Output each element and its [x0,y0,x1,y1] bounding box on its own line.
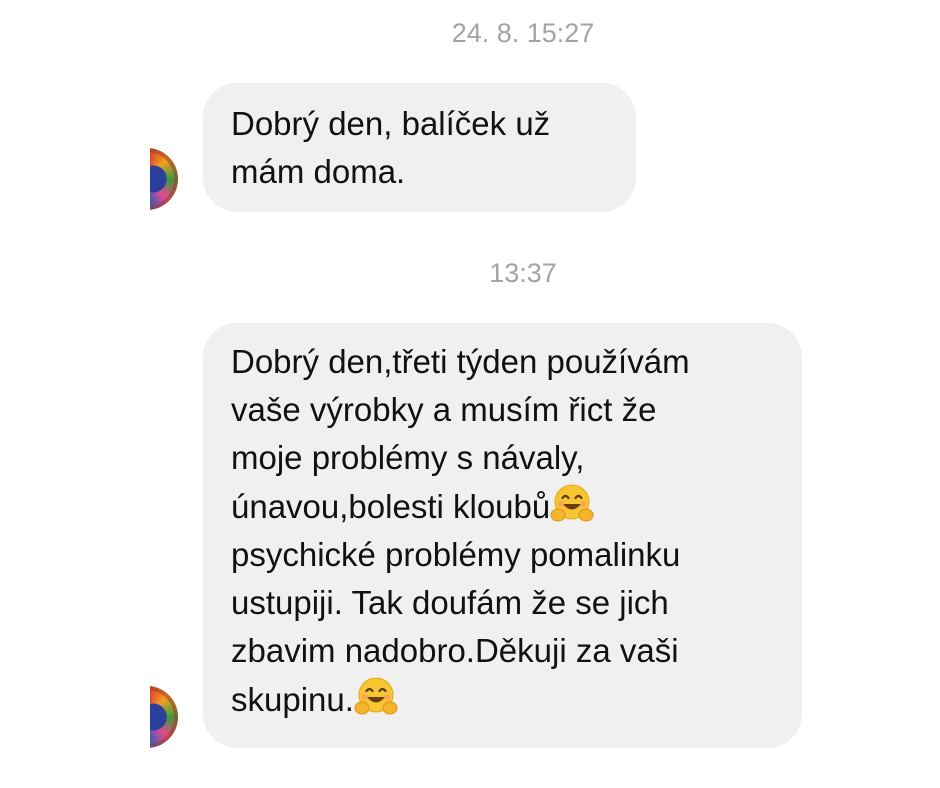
hugging-face-emoji-icon [550,484,594,522]
message-text-line-with-emoji: skupinu. [231,675,776,724]
message-text-line: zbavim nadobro.Děkuji za vaši [231,632,679,669]
message-text-line: mám doma. [231,153,406,190]
sender-avatar[interactable] [150,686,178,748]
message-text-fragment: skupinu. [231,681,354,718]
message-text-line: moje problémy s návaly, [231,439,585,476]
message-timestamp: 24. 8. 15:27 [451,18,595,48]
message-timestamp: 13:37 [489,258,557,288]
sender-avatar[interactable] [150,148,178,210]
message-text-line: Dobrý den,třeti týden používám [231,343,690,380]
message-text-fragment: únavou,bolesti kloubů [231,488,551,525]
message-text-line: Dobrý den, balíček už [231,105,551,142]
message-text-line: psychické problémy pomalinku [231,536,681,573]
message-bubble[interactable]: Dobrý den,třeti týden používám vaše výro… [203,323,802,748]
message-text-line-with-emoji: únavou,bolesti kloubů [231,482,776,531]
message-text-line: vaše výrobky a musím řict že [231,391,657,428]
message-bubble[interactable]: Dobrý den, balíček už mám doma. [203,83,636,212]
message-text-line: ustupiji. Tak doufám že se jich [231,584,669,621]
hugging-face-emoji-icon [354,677,398,715]
